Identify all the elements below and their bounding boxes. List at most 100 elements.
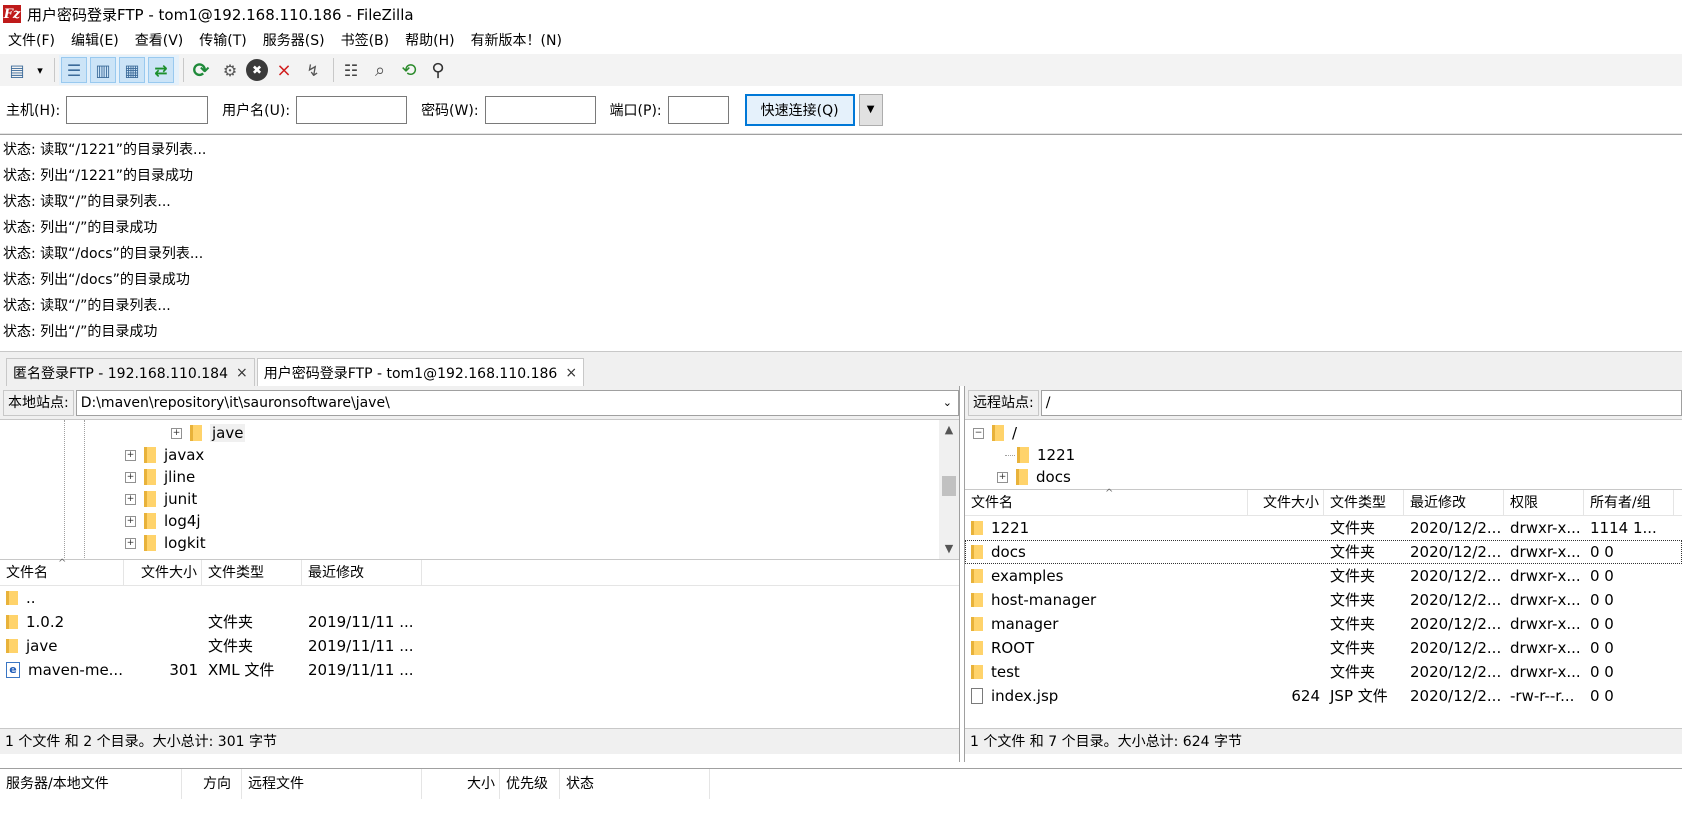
column-modified[interactable]: 最近修改	[302, 559, 422, 586]
cancel-icon[interactable]: ✖	[246, 59, 268, 81]
file-size	[1248, 564, 1324, 588]
tab-user-ftp[interactable]: 用户密码登录FTP - tom1@192.168.110.186 ×	[256, 358, 585, 386]
menu-server[interactable]: 服务器(S)	[255, 29, 333, 54]
refresh-icon[interactable]: ⟳	[188, 57, 214, 83]
disconnect-icon[interactable]: ⨯	[271, 57, 297, 83]
tree-scrollbar[interactable]: ▲ ▼	[939, 420, 959, 559]
tree-node-jave[interactable]: + jave	[171, 422, 246, 444]
message-log[interactable]: 状态: 读取“/1221”的目录列表... 状态: 列出“/1221”的目录成功…	[0, 134, 1682, 350]
file-row[interactable]: e maven-me... 301 XML 文件 2019/11/11 ...	[0, 658, 959, 682]
local-file-list-header: 文件名 文件大小 文件类型 最近修改 ^	[0, 558, 959, 586]
scroll-up-icon[interactable]: ▲	[939, 420, 959, 440]
collapse-icon[interactable]: −	[973, 427, 984, 439]
expand-icon[interactable]: +	[125, 537, 136, 549]
message-log-toggle-icon[interactable]: ☰	[61, 57, 87, 83]
tree-node-root[interactable]: − /	[973, 422, 1017, 444]
menu-transfer[interactable]: 传输(T)	[191, 29, 254, 54]
host-input[interactable]	[66, 95, 209, 124]
file-modified: 2019/11/11 ...	[308, 661, 414, 679]
column-permissions[interactable]: 权限	[1504, 489, 1584, 516]
site-manager-dropdown-icon[interactable]: ▾	[33, 57, 47, 83]
remote-directory-tree[interactable]: − / 1221 + docs	[965, 420, 1682, 490]
expand-icon[interactable]: +	[125, 515, 136, 527]
file-row[interactable]: 1221 文件夹 2020/12/2... drwxr-x... 1114 1.…	[965, 516, 1682, 540]
column-modified[interactable]: 最近修改	[1404, 489, 1504, 516]
tree-node-javax[interactable]: + javax	[125, 444, 204, 466]
file-modified: 2020/12/2...	[1410, 687, 1502, 705]
file-modified: 2020/12/2...	[1410, 615, 1502, 633]
expand-icon[interactable]: +	[125, 493, 136, 505]
column-filetype[interactable]: 文件类型	[202, 559, 302, 586]
remote-tree-toggle-icon[interactable]: ▦	[119, 57, 145, 83]
file-row[interactable]: 1.0.2 文件夹 2019/11/11 ...	[0, 610, 959, 634]
tree-node-jline[interactable]: + jline	[125, 466, 195, 488]
tree-node-log4j[interactable]: + log4j	[125, 510, 201, 532]
column-filesize[interactable]: 文件大小	[124, 559, 202, 586]
filter-icon[interactable]: ☷	[338, 57, 364, 83]
column-priority[interactable]: 优先级	[500, 769, 560, 799]
username-input[interactable]	[296, 95, 408, 124]
expand-icon[interactable]: +	[997, 471, 1008, 483]
close-icon[interactable]: ×	[565, 365, 577, 381]
tab-anonymous-ftp[interactable]: 匿名登录FTP - 192.168.110.184 ×	[6, 358, 255, 386]
reconnect-icon[interactable]: ↯	[300, 57, 326, 83]
file-row[interactable]: docs 文件夹 2020/12/2... drwxr-x... 0 0	[965, 540, 1682, 564]
close-icon[interactable]: ×	[236, 365, 248, 381]
expand-icon[interactable]: +	[171, 427, 182, 439]
scrollbar-thumb[interactable]	[942, 476, 956, 496]
local-tree-toggle-icon[interactable]: ▥	[90, 57, 116, 83]
menu-help[interactable]: 帮助(H)	[397, 29, 462, 54]
log-line: 状态: 读取“/docs”的目录列表...	[3, 246, 204, 262]
remote-path-input[interactable]: /	[1040, 389, 1682, 416]
scroll-down-icon[interactable]: ▼	[939, 539, 959, 559]
transfer-queue-toggle-icon[interactable]: ⇄	[148, 57, 174, 83]
column-direction[interactable]: 方向	[182, 769, 242, 799]
chevron-down-icon[interactable]: ⌄	[943, 391, 952, 415]
column-status[interactable]: 状态	[560, 769, 710, 799]
file-row[interactable]: host-manager 文件夹 2020/12/2... drwxr-x...…	[965, 588, 1682, 612]
column-size[interactable]: 大小	[422, 769, 500, 799]
sync-browsing-icon[interactable]: ⌕	[367, 57, 393, 83]
site-manager-icon[interactable]: ▤	[4, 57, 30, 83]
column-filetype[interactable]: 文件类型	[1324, 489, 1404, 516]
file-row[interactable]: ..	[0, 586, 959, 610]
file-name: ROOT	[991, 639, 1035, 657]
tree-node-docs[interactable]: + docs	[997, 466, 1071, 488]
file-row[interactable]: jave 文件夹 2019/11/11 ...	[0, 634, 959, 658]
expand-icon[interactable]: +	[125, 471, 136, 483]
password-label: 密码(W):	[421, 102, 479, 119]
file-row[interactable]: examples 文件夹 2020/12/2... drwxr-x... 0 0	[965, 564, 1682, 588]
column-owner-group[interactable]: 所有者/组	[1584, 489, 1674, 516]
column-filesize[interactable]: 文件大小	[1248, 489, 1324, 516]
compare-icon[interactable]: ⟲	[396, 57, 422, 83]
port-input[interactable]	[667, 95, 729, 124]
menu-new-version[interactable]: 有新版本！(N)	[463, 29, 570, 54]
password-input[interactable]	[484, 95, 596, 124]
file-row[interactable]: manager 文件夹 2020/12/2... drwxr-x... 0 0	[965, 612, 1682, 636]
tree-node-1221[interactable]: 1221	[1005, 444, 1075, 466]
file-row[interactable]: ROOT 文件夹 2020/12/2... drwxr-x... 0 0	[965, 636, 1682, 660]
column-remote-file[interactable]: 远程文件	[242, 769, 422, 799]
menu-view[interactable]: 查看(V)	[127, 29, 192, 54]
binoculars-icon[interactable]: ⚲	[425, 57, 451, 83]
tree-node-junit[interactable]: + junit	[125, 488, 197, 510]
menu-bookmarks[interactable]: 书签(B)	[333, 29, 398, 54]
transfer-queue[interactable]: 服务器/本地文件 方向 远程文件 大小 优先级 状态	[0, 768, 1682, 817]
quickconnect-button[interactable]: 快速连接(Q)	[744, 93, 855, 126]
quickconnect-dropdown-icon[interactable]: ▼	[858, 93, 883, 126]
file-row[interactable]: index.jsp 624 JSP 文件 2020/12/2... -rw-r-…	[965, 684, 1682, 708]
local-path-input[interactable]: D:\maven\repository\it\sauronsoftware\ja…	[75, 389, 959, 416]
column-server-local-file[interactable]: 服务器/本地文件	[0, 769, 182, 799]
local-file-list[interactable]: 文件名 文件大小 文件类型 最近修改 ^ .. 1.0.2 文件夹 2019/1…	[0, 558, 959, 728]
menu-file[interactable]: 文件(F)	[0, 29, 63, 54]
file-modified: 2020/12/2...	[1410, 639, 1502, 657]
tree-guide-line	[84, 420, 85, 559]
tree-node-logkit[interactable]: + logkit	[125, 532, 206, 554]
file-row[interactable]: test 文件夹 2020/12/2... drwxr-x... 0 0	[965, 660, 1682, 684]
expand-icon[interactable]: +	[125, 449, 136, 461]
process-queue-icon[interactable]: ⚙	[217, 57, 243, 83]
remote-site-label: 远程站点:	[968, 389, 1039, 416]
local-directory-tree[interactable]: + jave + javax + jline + junit + log4j +…	[0, 420, 959, 560]
remote-file-list[interactable]: 文件名 文件大小 文件类型 最近修改 权限 所有者/组 ^ 1221 文件夹 2…	[965, 488, 1682, 728]
menu-edit[interactable]: 编辑(E)	[63, 29, 127, 54]
